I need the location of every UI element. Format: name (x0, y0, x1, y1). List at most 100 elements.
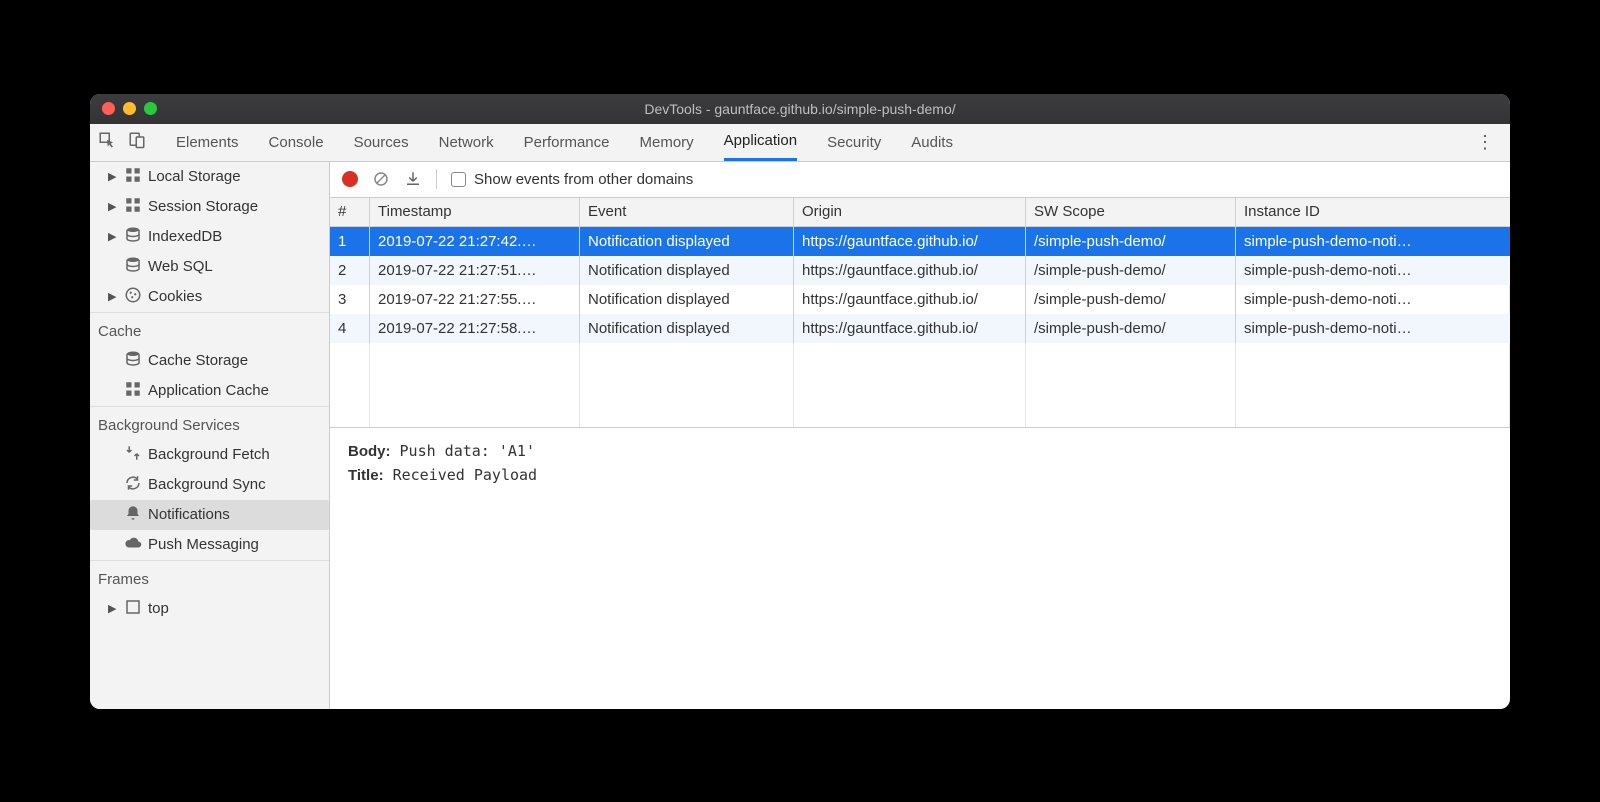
sidebar-item-label: Local Storage (148, 168, 241, 185)
show-other-domains-label: Show events from other domains (474, 171, 693, 188)
th-sw-scope[interactable]: SW Scope (1026, 198, 1236, 226)
sidebar-item-background-sync[interactable]: Background Sync (90, 470, 329, 500)
cell-ts: 2019-07-22 21:27:42.… (370, 227, 580, 256)
cell-ev: Notification displayed (580, 314, 794, 343)
grid-icon (124, 166, 142, 188)
cell-id: simple-push-demo-noti… (1236, 256, 1510, 285)
th-num[interactable]: # (330, 198, 370, 226)
sidebar-item-session-storage[interactable]: ▶Session Storage (90, 192, 329, 222)
tab-memory[interactable]: Memory (640, 124, 694, 161)
tab-elements[interactable]: Elements (176, 124, 239, 161)
expand-arrow-icon: ▶ (108, 230, 118, 243)
sidebar-item-label: Cookies (148, 288, 202, 305)
cell-id: simple-push-demo-noti… (1236, 285, 1510, 314)
th-timestamp[interactable]: Timestamp (370, 198, 580, 226)
minimize-window-button[interactable] (123, 102, 136, 115)
table-row[interactable]: 12019-07-22 21:27:42.…Notification displ… (330, 227, 1510, 256)
record-button[interactable] (342, 171, 358, 187)
th-event[interactable]: Event (580, 198, 794, 226)
tab-application[interactable]: Application (724, 124, 797, 161)
maximize-window-button[interactable] (144, 102, 157, 115)
sidebar-item-cookies[interactable]: ▶Cookies (90, 282, 329, 312)
cell-or: https://gauntface.github.io/ (794, 314, 1026, 343)
cell-num: 3 (330, 285, 370, 314)
th-origin[interactable]: Origin (794, 198, 1026, 226)
sidebar-item-push-messaging[interactable]: Push Messaging (90, 530, 329, 560)
sidebar-item-label: Session Storage (148, 198, 258, 215)
sidebar-group-cache: Cache (90, 312, 329, 346)
cell-ts: 2019-07-22 21:27:58.… (370, 314, 580, 343)
clear-icon[interactable] (372, 170, 390, 188)
device-toggle-icon[interactable] (128, 131, 146, 153)
th-instance-id[interactable]: Instance ID (1236, 198, 1510, 226)
sidebar-item-label: Web SQL (148, 258, 213, 275)
db-icon (124, 256, 142, 278)
cell-sw: /simple-push-demo/ (1026, 227, 1236, 256)
devtools-window: DevTools - gauntface.github.io/simple-pu… (90, 94, 1510, 709)
inspect-icon[interactable] (98, 131, 116, 153)
cell-id: simple-push-demo-noti… (1236, 227, 1510, 256)
main-tabbar: Elements Console Sources Network Performance… (90, 124, 1510, 162)
sidebar-item-label: top (148, 600, 169, 617)
window-title: DevTools - gauntface.github.io/simple-pu… (90, 101, 1510, 117)
application-sidebar: ▶Local Storage▶Session Storage▶IndexedDB… (90, 162, 330, 709)
sidebar-item-label: Background Fetch (148, 446, 270, 463)
sidebar-item-top[interactable]: ▶ top (90, 594, 329, 624)
sidebar-item-cache-storage[interactable]: Cache Storage (90, 346, 329, 376)
cell-sw: /simple-push-demo/ (1026, 314, 1236, 343)
cell-ts: 2019-07-22 21:27:55.… (370, 285, 580, 314)
cell-ev: Notification displayed (580, 285, 794, 314)
detail-title-value: Received Payload (393, 466, 538, 484)
cell-ev: Notification displayed (580, 227, 794, 256)
fetch-icon (124, 444, 142, 466)
sidebar-item-local-storage[interactable]: ▶Local Storage (90, 162, 329, 192)
cell-or: https://gauntface.github.io/ (794, 285, 1026, 314)
detail-body-value: Push data: 'A1' (400, 442, 535, 460)
grid-icon (124, 196, 142, 218)
cell-num: 1 (330, 227, 370, 256)
tab-sources[interactable]: Sources (354, 124, 409, 161)
table-header: # Timestamp Event Origin SW Scope Instan… (330, 198, 1510, 227)
tab-console[interactable]: Console (269, 124, 324, 161)
detail-body-label: Body: (348, 443, 391, 460)
cell-or: https://gauntface.github.io/ (794, 256, 1026, 285)
show-other-domains-checkbox[interactable]: Show events from other domains (451, 171, 693, 188)
cell-num: 4 (330, 314, 370, 343)
frame-icon (124, 598, 142, 620)
table-row[interactable]: 32019-07-22 21:27:55.…Notification displ… (330, 285, 1510, 314)
detail-title-label: Title: (348, 467, 384, 484)
expand-arrow-icon: ▶ (108, 602, 118, 615)
sidebar-group-frames: Frames (90, 560, 329, 594)
download-icon[interactable] (404, 170, 422, 188)
table-row[interactable]: 22019-07-22 21:27:51.…Notification displ… (330, 256, 1510, 285)
sync-icon (124, 474, 142, 496)
sidebar-item-notifications[interactable]: Notifications (90, 500, 329, 530)
db-icon (124, 226, 142, 248)
sidebar-group-bg: Background Services (90, 406, 329, 440)
cloud-icon (124, 534, 142, 556)
cell-ev: Notification displayed (580, 256, 794, 285)
db-icon (124, 350, 142, 372)
sidebar-item-label: Background Sync (148, 476, 266, 493)
event-detail: Body: Push data: 'A1' Title: Received Pa… (330, 428, 1510, 504)
cookie-icon (124, 286, 142, 308)
sidebar-item-web-sql[interactable]: Web SQL (90, 252, 329, 282)
tab-audits[interactable]: Audits (911, 124, 953, 161)
sidebar-item-label: IndexedDB (148, 228, 222, 245)
window-controls (102, 102, 157, 115)
events-toolbar: Show events from other domains (330, 162, 1510, 198)
sidebar-item-application-cache[interactable]: Application Cache (90, 376, 329, 406)
sidebar-item-background-fetch[interactable]: Background Fetch (90, 440, 329, 470)
cell-or: https://gauntface.github.io/ (794, 227, 1026, 256)
titlebar: DevTools - gauntface.github.io/simple-pu… (90, 94, 1510, 124)
tab-security[interactable]: Security (827, 124, 881, 161)
tab-network[interactable]: Network (439, 124, 494, 161)
cell-id: simple-push-demo-noti… (1236, 314, 1510, 343)
more-options-icon[interactable]: ⋮ (1468, 132, 1502, 153)
bell-icon (124, 504, 142, 526)
table-row[interactable]: 42019-07-22 21:27:58.…Notification displ… (330, 314, 1510, 343)
grid-icon (124, 380, 142, 402)
sidebar-item-indexeddb[interactable]: ▶ IndexedDB (90, 222, 329, 252)
tab-performance[interactable]: Performance (524, 124, 610, 161)
close-window-button[interactable] (102, 102, 115, 115)
